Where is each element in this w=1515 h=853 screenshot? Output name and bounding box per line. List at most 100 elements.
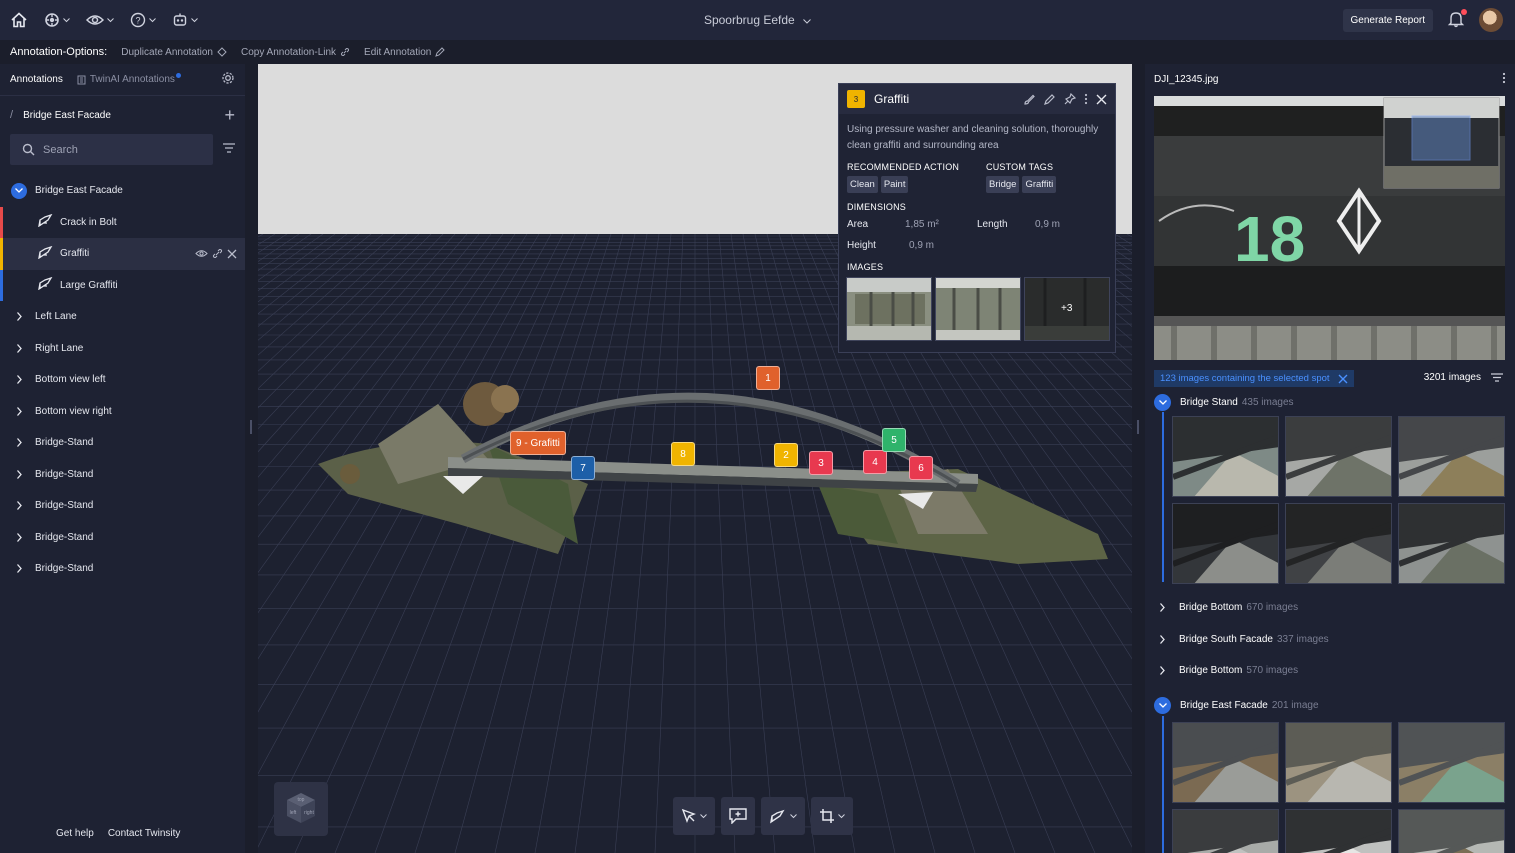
- chevron-right-icon[interactable]: [12, 404, 26, 418]
- tree-folder-item[interactable]: Bridge-Stand: [0, 459, 245, 491]
- image-group-header[interactable]: Bridge Bottom 570 images: [1154, 665, 1298, 676]
- chevron-down-icon[interactable]: [1154, 394, 1171, 411]
- notifications-button[interactable]: [1447, 8, 1467, 31]
- gallery-thumbnail[interactable]: [1285, 416, 1392, 497]
- eye-menu-icon[interactable]: [86, 13, 114, 27]
- ai-robot-menu-icon[interactable]: [172, 12, 198, 28]
- image-group-header[interactable]: Bridge South Facade 337 images: [1154, 634, 1329, 645]
- filter-icon[interactable]: [1491, 373, 1503, 382]
- more-vertical-icon[interactable]: [1502, 72, 1506, 87]
- chevron-right-icon[interactable]: [12, 562, 26, 576]
- eye-icon[interactable]: [195, 249, 208, 258]
- chevron-right-icon[interactable]: [12, 341, 26, 355]
- recommended-tag[interactable]: Paint: [880, 176, 909, 193]
- close-icon[interactable]: [1096, 94, 1107, 105]
- search-input[interactable]: Search: [10, 134, 213, 165]
- tree-folder-item[interactable]: Right Lane: [0, 333, 245, 365]
- recommended-tag[interactable]: Clean: [847, 176, 878, 193]
- tree-folder-item[interactable]: Bridge-Stand: [0, 553, 245, 585]
- annotation-marker[interactable]: 7: [571, 456, 595, 480]
- gallery-thumbnail[interactable]: [1398, 722, 1505, 803]
- annotation-image-more[interactable]: +3: [1024, 277, 1110, 341]
- pin-icon[interactable]: [1064, 93, 1076, 105]
- image-group-header[interactable]: Bridge East Facade 201 image: [1154, 697, 1319, 714]
- navigation-cube[interactable]: top left right: [274, 782, 328, 836]
- annotation-marker[interactable]: 6: [909, 456, 933, 480]
- tree-folder-item[interactable]: Bridge-Stand: [0, 427, 245, 459]
- gallery-thumbnail[interactable]: [1398, 416, 1505, 497]
- edit-annotation-button[interactable]: Edit Annotation: [364, 47, 446, 58]
- pencil-icon[interactable]: [1044, 93, 1056, 105]
- image-group-header[interactable]: Bridge Bottom 670 images: [1154, 602, 1298, 613]
- chevron-right-icon[interactable]: [12, 467, 26, 481]
- select-tool-button[interactable]: [673, 797, 715, 835]
- chevron-down-icon[interactable]: [11, 182, 27, 199]
- tree-folder-item[interactable]: Bottom view right: [0, 396, 245, 428]
- gallery-thumbnail[interactable]: [1285, 809, 1392, 853]
- chevron-right-icon[interactable]: [1154, 635, 1170, 644]
- annotation-marker[interactable]: 1: [756, 366, 780, 390]
- tree-folder-item[interactable]: Bottom view left: [0, 364, 245, 396]
- close-icon[interactable]: [1338, 374, 1348, 384]
- home-icon[interactable]: [10, 11, 28, 29]
- annotation-marker[interactable]: 3: [809, 451, 833, 475]
- brush-icon[interactable]: [1023, 93, 1036, 106]
- project-title[interactable]: Spoorbrug Eefde: [704, 13, 811, 27]
- image-group-header[interactable]: Bridge Stand 435 images: [1154, 394, 1294, 411]
- help-menu-icon[interactable]: ?: [130, 12, 156, 28]
- chevron-right-icon[interactable]: [1154, 603, 1170, 612]
- copy-annotation-link-button[interactable]: Copy Annotation-Link: [241, 47, 350, 58]
- add-comment-tool-button[interactable]: [721, 797, 755, 835]
- user-avatar[interactable]: [1479, 8, 1503, 32]
- annotation-marker[interactable]: 8: [671, 442, 695, 466]
- tree-folder-item[interactable]: Bridge-Stand: [0, 490, 245, 522]
- chevron-right-icon[interactable]: [1154, 666, 1170, 675]
- tree-folder-item[interactable]: Left Lane: [0, 301, 245, 333]
- tree-folder-item[interactable]: Bridge-Stand: [0, 522, 245, 554]
- generate-report-button[interactable]: Generate Report: [1342, 8, 1433, 32]
- selection-filter-chip[interactable]: 123 images containing the selected spot: [1154, 370, 1354, 387]
- layers-menu-icon[interactable]: [44, 12, 70, 28]
- right-resize-handle[interactable]: [1137, 420, 1139, 434]
- annotate-tool-button[interactable]: [761, 797, 805, 835]
- get-help-link[interactable]: Get help: [56, 828, 94, 839]
- left-resize-handle[interactable]: [250, 420, 252, 434]
- chevron-down-icon[interactable]: [1154, 697, 1171, 714]
- tree-annotation-item[interactable]: Graffiti: [0, 238, 245, 270]
- contact-link[interactable]: Contact Twinsity: [108, 828, 181, 839]
- chevron-right-icon[interactable]: [12, 499, 26, 513]
- chevron-right-icon[interactable]: [12, 530, 26, 544]
- gallery-thumbnail[interactable]: [1172, 809, 1279, 853]
- chevron-right-icon[interactable]: [12, 373, 26, 387]
- selected-image-preview[interactable]: 18: [1154, 96, 1505, 360]
- annotation-marker[interactable]: 9 - Grafitti: [510, 431, 566, 455]
- annotation-marker[interactable]: 5: [882, 428, 906, 452]
- gallery-thumbnail[interactable]: [1172, 416, 1279, 497]
- gallery-thumbnail[interactable]: [1285, 722, 1392, 803]
- more-vertical-icon[interactable]: [1084, 93, 1088, 105]
- gallery-thumbnail[interactable]: [1285, 503, 1392, 584]
- annotation-image-thumbnail[interactable]: [935, 277, 1021, 341]
- gallery-thumbnail[interactable]: [1172, 503, 1279, 584]
- chevron-right-icon[interactable]: [12, 436, 26, 450]
- gallery-thumbnail[interactable]: [1398, 809, 1505, 853]
- filter-icon[interactable]: [223, 143, 235, 156]
- settings-gear-icon[interactable]: [221, 71, 235, 88]
- crop-tool-button[interactable]: [811, 797, 853, 835]
- annotation-image-thumbnail[interactable]: [846, 277, 932, 341]
- tab-annotations[interactable]: Annotations: [10, 74, 63, 85]
- tab-twinai-annotations[interactable]: TwinAI Annotations: [77, 73, 181, 85]
- duplicate-annotation-button[interactable]: Duplicate Annotation: [121, 47, 227, 58]
- gallery-thumbnail[interactable]: [1398, 503, 1505, 584]
- custom-tag[interactable]: Bridge: [986, 176, 1020, 193]
- chevron-right-icon[interactable]: [12, 310, 26, 324]
- tree-folder-item[interactable]: Bridge East Facade: [0, 175, 245, 207]
- tree-annotation-item[interactable]: Large Graffiti: [0, 269, 245, 301]
- close-icon[interactable]: [227, 249, 237, 259]
- tree-annotation-item[interactable]: Crack in Bolt: [0, 206, 245, 238]
- gallery-thumbnail[interactable]: [1172, 722, 1279, 803]
- link-icon[interactable]: [212, 248, 223, 259]
- custom-tag[interactable]: Graffiti: [1022, 176, 1057, 193]
- add-annotation-button[interactable]: +: [224, 105, 235, 126]
- annotation-marker[interactable]: 4: [863, 450, 887, 474]
